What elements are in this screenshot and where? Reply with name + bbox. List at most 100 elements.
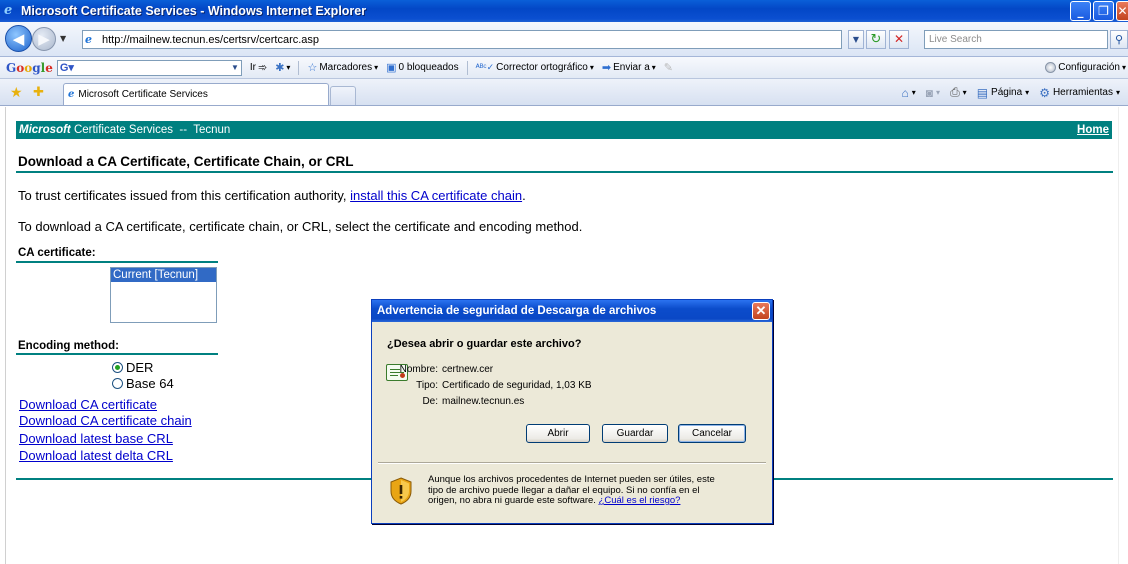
page-menu-button[interactable]: ▤ Página ▾ xyxy=(977,86,1030,100)
trust-text-end: . xyxy=(522,188,526,203)
url-text: http://mailnew.tecnun.es/certsrv/certcar… xyxy=(102,33,320,46)
url-dropdown-button[interactable]: ▼ xyxy=(848,30,864,49)
google-g-icon: G▾ xyxy=(59,62,74,74)
add-favorites-icon[interactable]: ✚ xyxy=(33,84,44,100)
google-logo: Google xyxy=(6,60,53,75)
tools-menu-label: Herramientas xyxy=(1052,87,1113,98)
install-chain-link[interactable]: install this CA certificate chain xyxy=(350,188,522,203)
ca-option-selected[interactable]: Current [Tecnun] xyxy=(111,268,216,282)
home-button[interactable]: ⌂ ▾ xyxy=(902,86,916,100)
minimize-button[interactable]: _ xyxy=(1070,1,1091,21)
trust-text: To trust certificates issued from this c… xyxy=(18,188,351,203)
address-bar: ◀ ▶ ▼ e http://mailnew.tecnun.es/certsrv… xyxy=(0,22,1128,57)
save-button[interactable]: Guardar xyxy=(602,424,668,443)
favorites-star-icon[interactable]: ★ xyxy=(10,84,23,101)
popup-blocker-button[interactable]: ▣ 0 bloqueados xyxy=(386,61,458,74)
radio-der-indicator[interactable] xyxy=(112,362,123,373)
blocked-label: 0 bloqueados xyxy=(398,62,459,73)
radio-base64-indicator[interactable] xyxy=(112,378,123,389)
back-button[interactable]: ◀ xyxy=(5,25,32,52)
file-name-value: certnew.cer xyxy=(442,364,494,375)
tab-bar: ★ ✚ e Microsoft Certificate Services ⌂ ▾ … xyxy=(0,79,1128,106)
go-label: Ir xyxy=(249,62,256,73)
tools-menu-button[interactable]: ⚙ Herramientas ▾ xyxy=(1039,86,1120,100)
new-tab-button[interactable] xyxy=(330,86,356,105)
history-dropdown-icon[interactable]: ▼ xyxy=(60,34,66,43)
page-menu-icon: ▤ xyxy=(976,85,989,100)
feeds-button[interactable]: ◙ ▾ xyxy=(926,86,940,100)
file-type-key: Tipo: xyxy=(416,380,438,391)
ca-certificate-label: CA certificate: xyxy=(18,247,96,259)
toolbar-separator xyxy=(298,60,300,75)
settings-button[interactable]: Configuración ▾ xyxy=(1045,62,1126,73)
encoding-method-label: Encoding method: xyxy=(18,340,119,352)
printer-icon: ⎙ xyxy=(950,85,960,99)
download-ca-chain-link[interactable]: Download CA certificate chain xyxy=(19,413,192,428)
google-dropdown-icon[interactable]: ▼ xyxy=(231,63,241,72)
radio-base64-label: Base 64 xyxy=(126,376,174,391)
file-type-value: Certificado de seguridad, 1,03 KB xyxy=(442,380,592,391)
spellcheck-button[interactable]: ᴬᴮᶜ✓ Corrector ortográfico ▾ xyxy=(476,62,594,73)
google-toolbar: Google G▾ ▼ Ir ➾ ✱ ▾ ☆ Marcadores ▾ ▣ 0 bloqu… xyxy=(0,57,1128,79)
send-label: Enviar a xyxy=(613,62,650,73)
toolbar-separator xyxy=(466,60,468,75)
highlight-button[interactable]: ✎ xyxy=(664,61,673,74)
header-brand: Microsoft xyxy=(19,124,71,136)
stop-button[interactable]: ✕ xyxy=(889,30,909,49)
tools-dropdown-icon: ▾ xyxy=(1115,88,1120,97)
window-controls: _ ❐ ✕ xyxy=(1070,1,1128,21)
risk-link[interactable]: ¿Cuál es el riesgo? xyxy=(599,495,681,506)
dialog-title: Advertencia de seguridad de Descarga de … xyxy=(377,305,657,317)
gear-icon: ⚙ xyxy=(1039,85,1050,100)
pencil-icon: ✎ xyxy=(663,62,674,74)
page-left-edge xyxy=(5,107,6,564)
send-dropdown-icon: ▾ xyxy=(651,63,656,72)
google-go-button[interactable]: Ir ➾ xyxy=(250,61,267,74)
page-menu-dropdown-icon: ▾ xyxy=(1025,88,1030,97)
options-icon: ✱ xyxy=(275,62,285,74)
dialog-titlebar: Advertencia de seguridad de Descarga de … xyxy=(372,300,772,322)
home-link[interactable]: Home xyxy=(1077,121,1109,139)
settings-label: Configuración xyxy=(1058,62,1120,73)
google-search-input[interactable]: G▾ ▼ xyxy=(56,59,242,76)
radio-der[interactable]: DER xyxy=(112,360,153,375)
send-to-button[interactable]: ➡ Enviar a ▾ xyxy=(602,61,656,74)
forward-button[interactable]: ▶ xyxy=(32,27,56,51)
radio-base64[interactable]: Base 64 xyxy=(112,376,174,391)
encoding-label-rule xyxy=(16,353,218,355)
window-titlebar: e Microsoft Certificate Services - Windo… xyxy=(0,0,1128,22)
cancel-button[interactable]: Cancelar xyxy=(678,424,746,443)
url-input[interactable]: e http://mailnew.tecnun.es/certsrv/certc… xyxy=(82,30,842,49)
page-header-bar: Microsoft Certificate Services -- Tecnun… xyxy=(16,121,1112,139)
close-icon: ✕ xyxy=(755,303,767,318)
maximize-button[interactable]: ❐ xyxy=(1093,1,1114,21)
live-search-input[interactable]: Live Search xyxy=(924,30,1108,49)
refresh-icon: ↻ xyxy=(870,32,882,47)
close-window-button[interactable]: ✕ xyxy=(1116,1,1128,21)
tab-certificate-services[interactable]: e Microsoft Certificate Services xyxy=(63,83,329,105)
forward-arrow-icon: ▶ xyxy=(38,30,50,48)
dialog-close-button[interactable]: ✕ xyxy=(752,302,770,320)
download-ca-certificate-link[interactable]: Download CA certificate xyxy=(19,397,157,412)
arrow-icon: ➾ xyxy=(257,62,268,74)
open-button[interactable]: Abrir xyxy=(526,424,590,443)
download-delta-crl-link[interactable]: Download latest delta CRL xyxy=(19,448,173,463)
tab-label: Microsoft Certificate Services xyxy=(78,89,208,100)
vertical-scrollbar[interactable] xyxy=(1118,107,1128,564)
refresh-button[interactable]: ↻ xyxy=(866,30,886,49)
ca-certificate-listbox[interactable]: Current [Tecnun] xyxy=(110,267,217,323)
search-icon: ⚲ xyxy=(1114,33,1124,46)
window-title: Microsoft Certificate Services - Windows… xyxy=(21,4,367,18)
send-icon: ➡ xyxy=(601,62,612,74)
file-download-dialog: Advertencia de seguridad de Descarga de … xyxy=(371,299,773,524)
trust-paragraph: To trust certificates issued from this c… xyxy=(18,188,526,203)
stop-icon: ✕ xyxy=(893,32,905,46)
google-options-button[interactable]: ✱ ▾ xyxy=(275,61,290,74)
search-button[interactable]: ⚲ xyxy=(1110,30,1128,49)
bookmarks-button[interactable]: ☆ Marcadores ▾ xyxy=(307,61,378,74)
download-base-crl-link[interactable]: Download latest base CRL xyxy=(19,431,173,446)
file-name-row: Nombre: certnew.cer xyxy=(372,364,494,375)
security-warning-text: Aunque los archivos procedentes de Inter… xyxy=(428,474,728,507)
ie-logo-icon: e xyxy=(4,3,13,18)
print-button[interactable]: ⎙ ▾ xyxy=(950,85,967,100)
